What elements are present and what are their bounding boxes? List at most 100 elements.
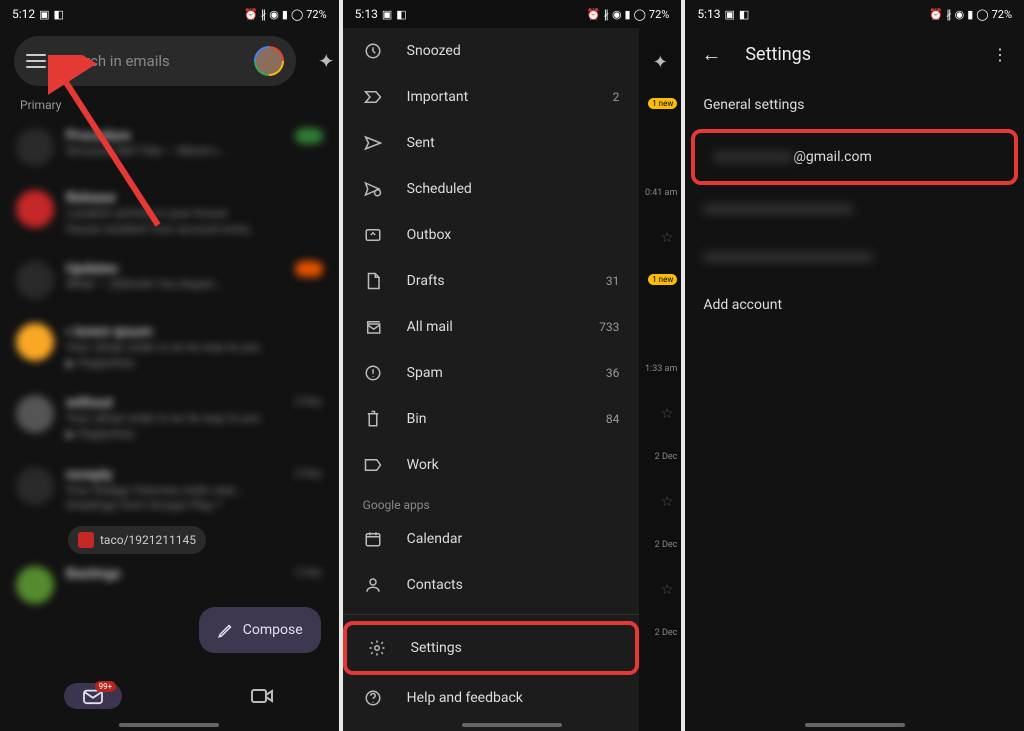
settings-add-account[interactable]: Add account xyxy=(685,281,1024,329)
wifi-icon: ◉ xyxy=(955,8,965,21)
outbox-icon xyxy=(363,225,383,245)
drafts-icon xyxy=(363,271,383,291)
send-icon xyxy=(363,133,383,153)
email-item[interactable]: Release Location activity in your houseH… xyxy=(0,178,339,249)
nav-outbox[interactable]: Outbox xyxy=(343,212,640,258)
alarm-icon: ⏰ xyxy=(244,8,258,21)
email-item[interactable]: Updates What — 200mAh You Depen... xyxy=(0,249,339,311)
nav-contacts[interactable]: Contacts xyxy=(343,562,640,608)
sparkle-icon[interactable]: ✦ xyxy=(318,49,335,73)
profile-avatar[interactable] xyxy=(254,46,284,76)
all-mail-icon xyxy=(363,317,383,337)
inbox-panel: 5:12 ▣ ◧ ⏰ ∦ ◉ ▮ ◯ 72% Search in emails … xyxy=(0,0,339,731)
status-time: 5:12 xyxy=(12,7,35,21)
nav-snoozed[interactable]: Snoozed xyxy=(343,28,640,74)
nav-bin[interactable]: Bin 84 xyxy=(343,396,640,442)
battery-saver-icon: ◯ xyxy=(634,8,646,21)
nav-scheduled[interactable]: Scheduled xyxy=(343,166,640,212)
star-icon[interactable]: ☆ xyxy=(661,406,674,422)
battery-saver-icon: ◯ xyxy=(976,8,988,21)
hamburger-menu-icon[interactable] xyxy=(26,54,46,68)
signal-icon: ▮ xyxy=(282,8,288,21)
bluetooth-icon: ∦ xyxy=(946,8,952,21)
settings-general[interactable]: General settings xyxy=(685,81,1024,129)
wifi-icon: ◉ xyxy=(269,8,279,21)
notif-icon-2: ◧ xyxy=(739,8,749,21)
wifi-icon: ◉ xyxy=(612,8,622,21)
settings-panel: 5:13 ▣ ◧ ⏰ ∦ ◉ ▮ ◯ 72% ← Settings ⋮ Gene… xyxy=(685,0,1024,731)
nav-drafts[interactable]: Drafts 31 xyxy=(343,258,640,304)
trash-icon xyxy=(363,409,383,429)
nav-all-mail[interactable]: All mail 733 xyxy=(343,304,640,350)
nav-spam[interactable]: Spam 36 xyxy=(343,350,640,396)
highlight-box: Settings xyxy=(343,621,640,675)
battery-percent: 72% xyxy=(992,8,1012,21)
email-item[interactable]: Procedure Structure Ref Title — Which t.… xyxy=(0,116,339,178)
section-header: Primary xyxy=(0,94,339,116)
settings-account-3[interactable] xyxy=(685,233,1024,281)
scheduled-icon xyxy=(363,179,383,199)
nav-important[interactable]: Important 2 xyxy=(343,74,640,120)
status-bar: 5:13 ▣ ◧ ⏰ ∦ ◉ ▮ ◯ 72% xyxy=(343,0,682,28)
battery-percent: 72% xyxy=(649,8,669,21)
highlight-box: @gmail.com xyxy=(691,129,1018,185)
page-title: Settings xyxy=(745,44,968,65)
email-item[interactable]: without Your ulivan order is on its way … xyxy=(0,383,339,454)
bottom-nav: 99+ xyxy=(0,675,339,717)
email-item[interactable]: ▪ lorem ipsum Your ulivan order is on it… xyxy=(0,311,339,383)
search-bar[interactable]: Search in emails xyxy=(14,36,296,86)
back-arrow-icon[interactable]: ← xyxy=(701,42,721,67)
gear-icon xyxy=(367,638,387,658)
compose-button[interactable]: Compose xyxy=(199,607,321,653)
settings-header: ← Settings ⋮ xyxy=(685,28,1024,81)
clock-icon xyxy=(363,41,383,61)
help-icon xyxy=(363,688,383,708)
email-item[interactable]: noreply Your Swapp Volumes order was...G… xyxy=(0,455,339,526)
mail-badge: 99+ xyxy=(95,681,117,692)
notif-icon-2: ◧ xyxy=(54,8,64,21)
notif-icon: ▣ xyxy=(382,8,392,21)
more-icon[interactable]: ⋮ xyxy=(992,45,1008,64)
contacts-icon xyxy=(363,575,383,595)
alarm-icon: ⏰ xyxy=(929,8,943,21)
status-time: 5:13 xyxy=(355,7,378,21)
mail-tab[interactable]: 99+ xyxy=(64,683,122,709)
attachment-chip[interactable]: taco/1921211145 xyxy=(68,526,206,554)
settings-account-2[interactable] xyxy=(685,185,1024,233)
nav-calendar[interactable]: Calendar xyxy=(343,516,640,562)
nav-work[interactable]: Work xyxy=(343,442,640,488)
spam-icon xyxy=(363,363,383,383)
battery-percent: 72% xyxy=(306,8,326,21)
star-icon[interactable]: ☆ xyxy=(661,230,674,246)
notif-icon: ▣ xyxy=(724,8,734,21)
bluetooth-icon: ∦ xyxy=(603,8,609,21)
signal-icon: ▮ xyxy=(625,8,631,21)
search-input[interactable]: Search in emails xyxy=(60,52,240,70)
drawer-panel: 5:13 ▣ ◧ ⏰ ∦ ◉ ▮ ◯ 72% ✦ 1 new 0:41 am☆ … xyxy=(343,0,682,731)
important-icon xyxy=(363,87,383,107)
pencil-icon xyxy=(217,621,235,639)
settings-account-1[interactable]: @gmail.com xyxy=(695,133,1014,181)
nav-handle[interactable] xyxy=(119,723,219,727)
star-icon[interactable]: ☆ xyxy=(661,494,674,510)
label-icon xyxy=(363,455,383,475)
status-bar: 5:13 ▣ ◧ ⏰ ∦ ◉ ▮ ◯ 72% xyxy=(685,0,1024,28)
nav-sent[interactable]: Sent xyxy=(343,120,640,166)
notif-icon-2: ◧ xyxy=(396,8,406,21)
calendar-icon xyxy=(363,529,383,549)
meet-tab[interactable] xyxy=(250,687,274,705)
bluetooth-icon: ∦ xyxy=(261,8,267,21)
sparkle-icon[interactable]: ✦ xyxy=(639,48,681,78)
nav-handle[interactable] xyxy=(462,723,562,727)
status-time: 5:13 xyxy=(697,7,720,21)
attachment-chip-row: taco/1921211145 xyxy=(0,526,339,554)
nav-help[interactable]: Help and feedback xyxy=(343,675,640,721)
nav-section-header: Google apps xyxy=(343,488,640,516)
nav-settings[interactable]: Settings xyxy=(347,625,636,671)
star-icon[interactable]: ☆ xyxy=(661,582,674,598)
status-bar: 5:12 ▣ ◧ ⏰ ∦ ◉ ▮ ◯ 72% xyxy=(0,0,339,28)
battery-saver-icon: ◯ xyxy=(291,8,303,21)
drawer-scrim[interactable]: ✦ 1 new 0:41 am☆ 1 new 1:33 am☆ 2 Dec☆ 2… xyxy=(639,48,681,731)
nav-handle[interactable] xyxy=(805,723,905,727)
notif-icon: ▣ xyxy=(39,8,49,21)
